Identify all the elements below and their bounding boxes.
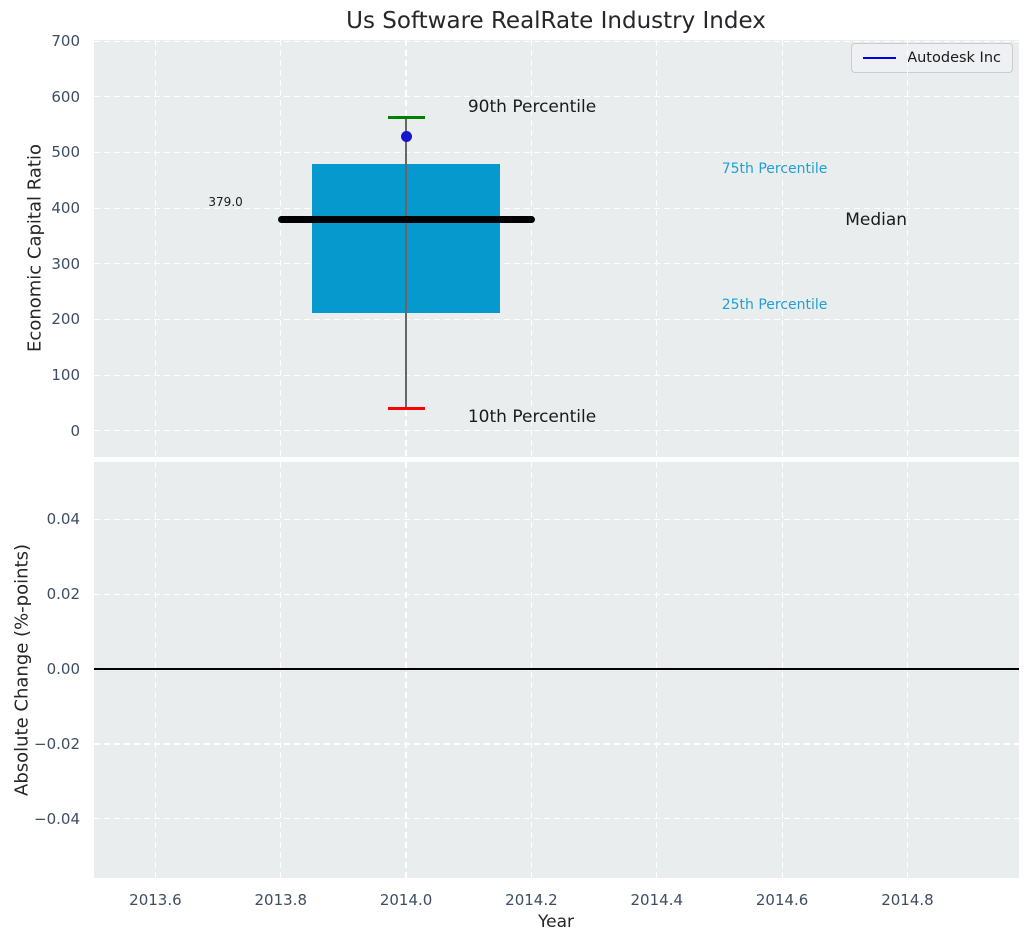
x-tick-label: 2014.2 — [505, 891, 558, 909]
annotation-median: Median — [845, 210, 907, 230]
y-tick-label: 0.04 — [10, 510, 80, 528]
y-tick-label: 300 — [10, 255, 80, 273]
figure: Us Software RealRate Industry Index Auto… — [0, 0, 1034, 942]
annotation-75th-percentile: 75th Percentile — [722, 161, 828, 177]
gridline-vertical — [656, 40, 657, 457]
zero-change-line — [94, 668, 1019, 670]
annotation-379-0: 379.0 — [208, 195, 242, 209]
gridline-horizontal — [94, 519, 1019, 520]
gridline-horizontal — [94, 430, 1019, 431]
median-line — [278, 216, 535, 223]
y-tick-label: 0 — [10, 422, 80, 440]
company-data-point — [401, 131, 412, 142]
y-tick-label: 700 — [10, 32, 80, 50]
gridline-horizontal — [94, 375, 1019, 376]
x-tick-label: 2014.6 — [756, 891, 809, 909]
x-tick-label: 2014.0 — [380, 891, 433, 909]
whisker-cap-90th — [388, 116, 425, 119]
whisker-cap-10th — [388, 407, 425, 410]
x-tick-label: 2013.8 — [255, 891, 308, 909]
y-tick-label: 600 — [10, 88, 80, 106]
axes-absolute-change — [94, 462, 1019, 878]
gridline-horizontal — [94, 263, 1019, 264]
y-tick-label: 0.02 — [10, 585, 80, 603]
gridline-horizontal — [94, 818, 1019, 819]
gridline-horizontal — [94, 594, 1019, 595]
annotation-90th-percentile: 90th Percentile — [468, 97, 596, 117]
chart-title: Us Software RealRate Industry Index — [346, 8, 766, 34]
x-tick-label: 2013.6 — [129, 891, 182, 909]
x-axis-label: Year — [538, 912, 574, 932]
gridline-horizontal — [94, 743, 1019, 744]
gridline-vertical — [155, 40, 156, 457]
gridline-vertical — [280, 40, 281, 457]
axes-economic-capital-ratio: Autodesk Inc 90th Percentile 10th Percent… — [94, 40, 1019, 457]
legend-line-swatch — [863, 57, 896, 60]
gridline-horizontal — [94, 41, 1019, 42]
gridline-vertical — [907, 40, 908, 457]
gridline-horizontal — [94, 152, 1019, 153]
annotation-10th-percentile: 10th Percentile — [468, 407, 596, 427]
legend-label: Autodesk Inc — [907, 50, 1001, 66]
y-tick-label: 200 — [10, 310, 80, 328]
y-tick-label: 400 — [10, 199, 80, 217]
y-tick-label: 500 — [10, 143, 80, 161]
gridline-horizontal — [94, 319, 1019, 320]
y-tick-label: 100 — [10, 366, 80, 384]
y-tick-label: 0.00 — [10, 660, 80, 678]
x-tick-label: 2014.4 — [631, 891, 684, 909]
y-tick-label: −0.04 — [10, 810, 80, 828]
whisker-line — [405, 117, 407, 408]
legend: Autodesk Inc — [851, 43, 1013, 73]
annotation-25th-percentile: 25th Percentile — [722, 297, 828, 313]
gridline-vertical — [782, 40, 783, 457]
y-tick-label: −0.02 — [10, 735, 80, 753]
x-tick-label: 2014.8 — [881, 891, 934, 909]
